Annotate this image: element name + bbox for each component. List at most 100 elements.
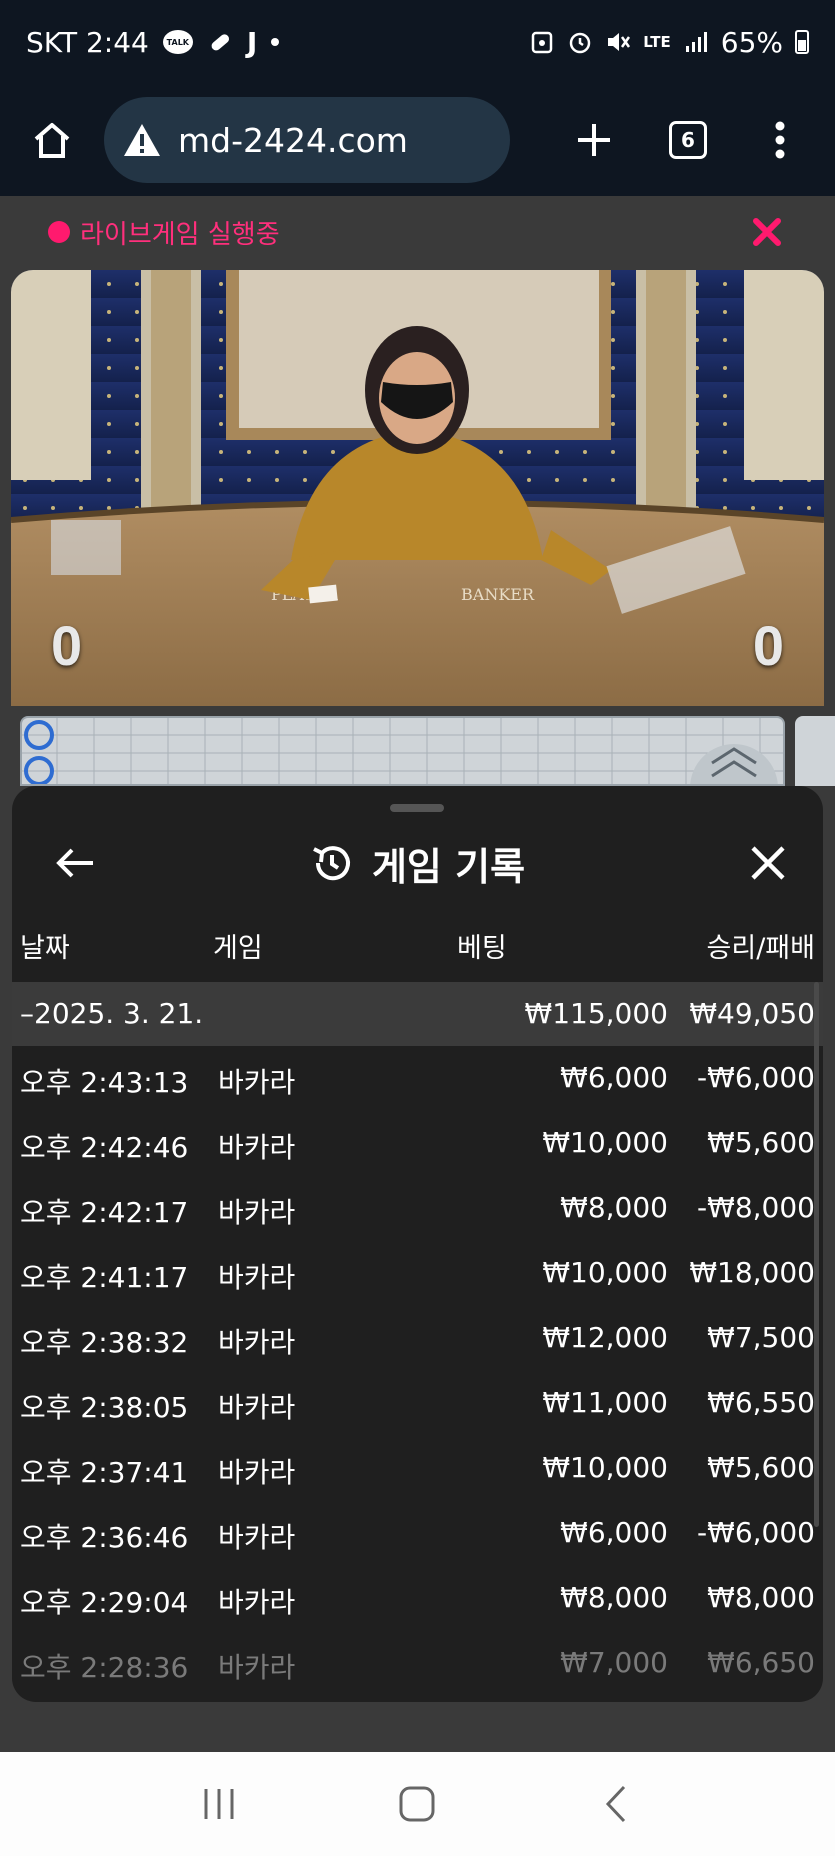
arrow-left-icon [56,848,93,878]
plus-icon [578,124,610,156]
row-game: 바카라 [218,1326,296,1359]
back-nav-button[interactable] [576,1764,656,1844]
history-list[interactable]: –2025. 3. 21. ₩115,000 ₩49,050 오후 2:43:1… [12,982,823,1696]
group-bet-total: ₩115,000 [524,997,668,1030]
row-bet: ₩10,000 [542,1451,668,1484]
column-date: 날짜 [20,933,70,964]
history-row[interactable]: 오후 2:41:17 바카라 ₩10,000 ₩18,000 [12,1241,823,1306]
row-result: ₩18,000 [689,1256,815,1289]
panel-header: 게임 기록 [12,818,823,908]
row-time: 오후 2:42:17 [20,1196,189,1229]
recent-apps-button[interactable] [179,1764,259,1844]
battery-icon [795,30,809,54]
web-page: 라이브게임 실행중 PLAYER [0,196,835,1752]
signal-icon [683,29,709,55]
row-bet: ₩8,000 [560,1581,668,1614]
group-result-total: ₩49,050 [689,997,815,1030]
history-row[interactable]: 오후 2:42:17 바카라 ₩8,000 -₩8,000 [12,1176,823,1241]
history-row[interactable]: 오후 2:28:36 바카라 ₩7,000 ₩6,650 [12,1631,823,1696]
history-row[interactable]: 오후 2:38:32 바카라 ₩12,000 ₩7,500 [12,1306,823,1371]
battery-percent: 65% [720,25,783,59]
panel-title: 게임 기록 [371,844,526,889]
address-bar[interactable]: md-2424.com [104,97,510,183]
row-time: 오후 2:37:41 [20,1456,189,1489]
row-bet: ₩10,000 [542,1126,668,1159]
row-time: 오후 2:38:05 [20,1391,189,1424]
browser-menu-button[interactable] [730,84,830,196]
column-result: 승리/패배 [706,933,815,964]
row-result: -₩6,000 [697,1061,815,1094]
row-bet: ₩6,000 [560,1516,668,1549]
row-game: 바카라 [218,1651,296,1684]
recent-apps-icon [204,1789,234,1819]
row-game: 바카라 [218,1066,296,1099]
alarm-icon [567,29,593,55]
live-video[interactable]: PLAYER BANKER 0 0 [11,270,824,706]
url-text: md-2424.com [178,120,408,160]
row-result: -₩6,000 [697,1516,815,1549]
row-time: 오후 2:29:04 [20,1586,189,1619]
row-bet: ₩8,000 [560,1191,668,1224]
group-date: –2025. 3. 21. [20,997,204,1030]
history-row[interactable]: 오후 2:29:04 바카라 ₩8,000 ₩8,000 [12,1566,823,1631]
talk-icon: TALK [162,30,193,54]
browser-toolbar: md-2424.com 6 [0,84,835,196]
row-bet: ₩7,000 [560,1646,668,1679]
row-result: -₩8,000 [697,1191,815,1224]
svg-text:BANKER: BANKER [461,585,535,604]
row-bet: ₩11,000 [542,1386,668,1419]
row-time: 오후 2:36:46 [20,1521,189,1554]
row-bet: ₩12,000 [542,1321,668,1354]
row-game: 바카라 [218,1391,296,1424]
j-icon: J [246,25,258,59]
player-score: 0 [51,614,83,677]
row-bet: ₩6,000 [560,1061,668,1094]
live-close-button[interactable] [747,212,787,252]
live-indicator-icon [48,221,70,243]
close-icon [753,218,781,246]
column-game: 게임 [213,933,263,964]
more-vertical-icon [775,121,785,159]
live-game-label: 라이브게임 실행중 [80,219,280,250]
bead-road-edge [795,716,835,786]
system-nav-bar [0,1752,835,1856]
network-type: LTE [643,32,671,51]
row-bet: ₩10,000 [542,1256,668,1289]
home-button[interactable] [0,84,104,196]
history-row[interactable]: 오후 2:38:05 바카라 ₩11,000 ₩6,550 [12,1371,823,1436]
row-result: ₩6,650 [707,1646,815,1679]
history-icon [313,846,350,881]
tab-switcher-button[interactable]: 6 [646,84,730,196]
history-row[interactable]: 오후 2:43:13 바카라 ₩6,000 -₩6,000 [12,1046,823,1111]
row-game: 바카라 [218,1586,296,1619]
back-button[interactable] [50,838,100,888]
scrollbar[interactable] [814,982,819,1527]
column-bet: 베팅 [457,933,507,964]
row-time: 오후 2:38:32 [20,1326,189,1359]
row-time: 오후 2:41:17 [20,1261,189,1294]
tab-count-icon: 6 [669,121,707,159]
pill-icon [207,29,233,55]
history-row[interactable]: 오후 2:37:41 바카라 ₩10,000 ₩5,600 [12,1436,823,1501]
live-game-bar: 라이브게임 실행중 [0,196,835,268]
drag-handle[interactable] [390,804,444,812]
mute-icon [605,29,631,55]
status-bar: SKT 2:44 TALK J LTE 65% [0,0,835,84]
row-game: 바카라 [218,1456,296,1489]
row-game: 바카라 [218,1261,296,1294]
history-row[interactable]: 오후 2:42:46 바카라 ₩10,000 ₩5,600 [12,1111,823,1176]
game-history-panel: 게임 기록 날짜 게임 베팅 승리/패배 –2025. 3. 21. ₩115,… [12,786,823,1702]
new-tab-button[interactable] [542,84,646,196]
date-group-row[interactable]: –2025. 3. 21. ₩115,000 ₩49,050 [12,982,823,1046]
home-icon [34,123,70,158]
panel-close-button[interactable] [743,838,793,888]
banker-score: 0 [752,614,784,677]
home-square-icon [399,1786,435,1822]
row-result: ₩5,600 [707,1126,815,1159]
row-result: ₩6,550 [707,1386,815,1419]
row-game: 바카라 [218,1521,296,1554]
bead-road-grid [22,718,783,784]
home-nav-button[interactable] [377,1764,457,1844]
dealer-video-image: PLAYER BANKER [11,270,824,706]
history-row[interactable]: 오후 2:36:46 바카라 ₩6,000 -₩6,000 [12,1501,823,1566]
